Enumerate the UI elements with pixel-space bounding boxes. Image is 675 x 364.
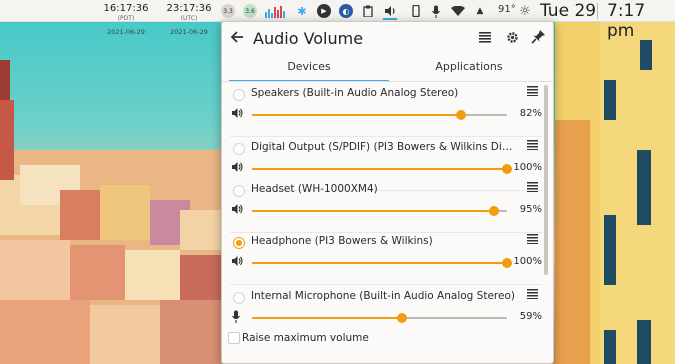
raise-max-volume-checkbox[interactable] (228, 332, 240, 344)
volume-slider-fill (252, 168, 507, 170)
kde-connect-svg (412, 5, 420, 17)
panel-time[interactable]: 7:17 pm (607, 1, 675, 41)
volume-slider[interactable] (252, 206, 507, 216)
panel-date[interactable]: Tue 29 (540, 1, 596, 21)
temperature-label[interactable]: 91° (498, 4, 516, 15)
device-name: Headset (WH-1000XM4) (251, 183, 378, 195)
device-name: Internal Microphone (Built-in Audio Anal… (251, 290, 515, 302)
clipboard-icon[interactable] (361, 4, 375, 18)
device-select-radio[interactable] (233, 143, 245, 155)
speaker-icon[interactable] (231, 107, 245, 121)
clock-pdt-zone: (PDT) (117, 15, 135, 22)
cpu-monitor-value: 3.3 (223, 7, 233, 15)
expand-tray-icon[interactable]: ▲ (473, 4, 487, 18)
back-arrow-svg (230, 31, 243, 43)
device-select-radio[interactable] (233, 237, 245, 249)
volume-slider[interactable] (252, 313, 507, 323)
volume-slider-fill (252, 262, 507, 264)
device-row: Headset (WH-1000XM4) 95% (222, 178, 542, 233)
volume-percent: 100% (513, 256, 542, 267)
tab-bar: Devices Applications (229, 56, 549, 82)
device-name: Speakers (Built-in Audio Analog Stereo) (251, 87, 459, 99)
microphone-icon[interactable] (231, 310, 245, 324)
device-select-radio[interactable] (233, 292, 245, 304)
device-select-radio[interactable] (233, 185, 245, 197)
clock-pdt-date: 2021-06-29 (107, 28, 145, 36)
volume-slider-handle[interactable] (397, 313, 408, 323)
menu-icon[interactable] (479, 31, 491, 47)
device-select-radio[interactable] (233, 89, 245, 101)
device-menu-icon[interactable] (527, 233, 538, 247)
device-row: Headphone (PI3 Bowers & Wilkins) 100% (222, 230, 542, 285)
volume-slider[interactable] (252, 110, 507, 120)
device-menu-icon[interactable] (527, 181, 538, 195)
volume-icon[interactable] (383, 4, 397, 20)
back-arrow-icon[interactable] (230, 29, 244, 48)
volume-slider-handle[interactable] (456, 110, 467, 120)
clock-utc-date: 2021-06-29 (170, 28, 208, 36)
microphone-tray-svg (432, 5, 440, 18)
raise-max-volume-label: Raise maximum volume (242, 332, 369, 344)
popup-header: Audio Volume (222, 22, 553, 56)
clock-pdt[interactable]: 16:17:36 (PDT) 2021-06-29 (95, 1, 157, 37)
tab-applications[interactable]: Applications (389, 56, 549, 80)
volume-slider-fill (252, 317, 403, 319)
clock-utc-zone: (UTC) (180, 15, 198, 22)
volume-slider[interactable] (252, 258, 512, 268)
menu-svg (479, 32, 491, 43)
device-row: Speakers (Built-in Audio Analog Stereo) 8… (222, 82, 542, 137)
speaker-icon[interactable] (231, 255, 245, 269)
speaker-icon[interactable] (231, 161, 245, 175)
wifi-svg (451, 6, 465, 16)
settings-gear-icon[interactable] (506, 31, 519, 48)
network-graph-svg (265, 6, 285, 18)
device-menu-icon[interactable] (527, 85, 538, 99)
memory-monitor-value: 3.6 (245, 7, 255, 15)
pin-icon[interactable] (531, 29, 546, 48)
settings-gear-svg (507, 32, 518, 43)
tab-devices[interactable]: Devices (229, 56, 389, 82)
kde-connect-icon[interactable] (409, 4, 423, 18)
weather-sun-icon[interactable]: ☼ (518, 4, 532, 19)
volume-slider-fill (252, 114, 462, 116)
device-name: Digital Output (S/PDIF) (PI3 Bowers & Wi… (251, 141, 517, 153)
device-menu-icon[interactable] (527, 139, 538, 153)
panel-separator (597, 3, 598, 19)
cpu-monitor-icon[interactable]: 3.3 (221, 4, 235, 18)
speaker-icon[interactable] (231, 203, 245, 217)
device-menu-icon[interactable] (527, 288, 538, 302)
network-graph-icon[interactable] (264, 4, 286, 18)
volume-slider[interactable] (252, 164, 512, 174)
bluetooth-icon[interactable]: ✱ (295, 4, 309, 18)
volume-slider-fill (252, 210, 495, 212)
raise-max-volume-row[interactable]: Raise maximum volume (222, 327, 553, 351)
popup-title: Audio Volume (253, 29, 364, 48)
microphone-tray-icon[interactable] (429, 4, 443, 18)
top-panel: 16:17:36 (PDT) 2021-06-29 23:17:36 (UTC)… (0, 0, 675, 41)
steam-icon[interactable]: ◐ (339, 4, 353, 18)
volume-slider-handle[interactable] (489, 206, 500, 216)
volume-svg (384, 6, 395, 16)
clipboard-svg (363, 5, 373, 17)
clock-pdt-time: 16:17:36 (103, 3, 149, 14)
memory-monitor-icon[interactable]: 3.6 (243, 4, 257, 18)
volume-percent: 59% (519, 311, 542, 322)
wifi-icon[interactable] (451, 4, 465, 18)
clock-utc[interactable]: 23:17:36 (UTC) 2021-06-29 (158, 1, 220, 37)
scrollbar[interactable] (544, 85, 548, 275)
pin-svg (531, 30, 545, 44)
volume-percent: 95% (519, 204, 542, 215)
audio-volume-popup: Audio Volume Devices Applications Speake… (221, 21, 554, 364)
media-player-icon[interactable]: ▶ (317, 4, 331, 18)
volume-percent: 82% (519, 108, 542, 119)
volume-percent: 100% (513, 162, 542, 173)
clock-utc-time: 23:17:36 (166, 3, 212, 14)
device-name: Headphone (PI3 Bowers & Wilkins) (251, 235, 433, 247)
